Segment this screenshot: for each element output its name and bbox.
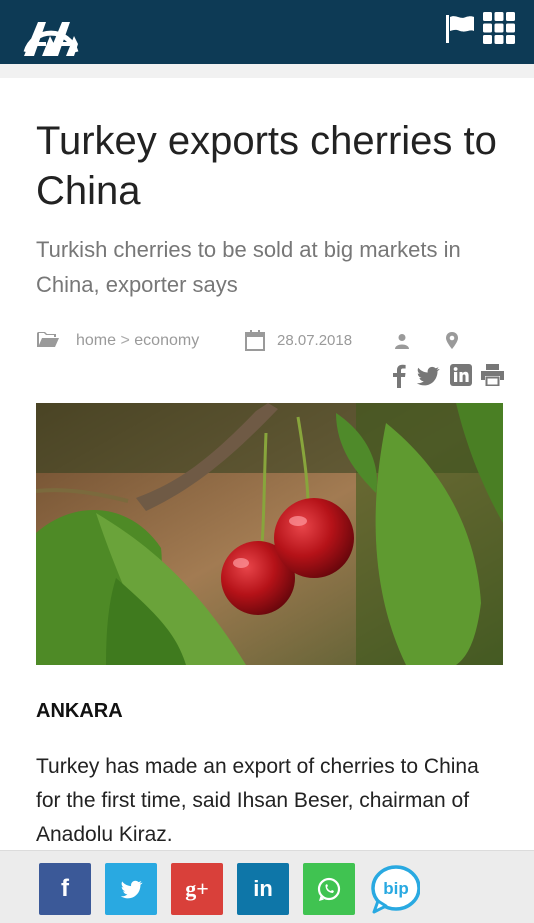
article-title: Turkey exports cherries to China <box>36 119 497 213</box>
article-subtitle: Turkish cherries to be sold at big marke… <box>36 237 461 297</box>
whatsapp-icon <box>317 877 341 901</box>
breadcrumb-economy[interactable]: economy <box>134 332 199 349</box>
linkedin-icon[interactable] <box>450 364 472 386</box>
share-linkedin-button[interactable]: in <box>237 863 289 915</box>
cherry-photo <box>36 403 503 665</box>
date-text: 28.07.2018 <box>277 332 353 349</box>
map-pin-icon <box>446 332 458 349</box>
facebook-icon: f <box>61 875 69 902</box>
calendar-icon <box>245 330 265 351</box>
share-whatsapp-button[interactable] <box>303 863 355 915</box>
twitter-icon <box>120 880 143 899</box>
article-share-icons <box>392 364 504 388</box>
article-dateline: ANKARA <box>36 700 123 722</box>
facebook-icon[interactable] <box>392 364 406 388</box>
user-icon <box>395 334 409 349</box>
linkedin-icon: in <box>253 876 273 901</box>
share-facebook-button[interactable]: f <box>39 863 91 915</box>
top-bar <box>0 0 534 64</box>
publish-date: 28.07.2018 <box>245 328 385 354</box>
share-bip-button[interactable]: bip <box>370 863 420 915</box>
breadcrumb-separator: > <box>120 332 130 349</box>
google-plus-icon: g+ <box>185 876 209 901</box>
bip-icon: bip <box>383 879 409 898</box>
twitter-icon[interactable] <box>416 364 440 388</box>
share-twitter-button[interactable] <box>105 863 157 915</box>
share-bar: f g+ in bip <box>0 850 534 923</box>
print-icon[interactable] <box>481 364 504 386</box>
flag-icon[interactable] <box>444 13 476 45</box>
grid-menu-icon[interactable] <box>482 11 516 45</box>
share-google-plus-button[interactable]: g+ <box>171 863 223 915</box>
aa-logo[interactable] <box>20 6 82 58</box>
breadcrumb-home[interactable]: home <box>76 332 116 349</box>
folder-icon <box>37 332 59 347</box>
breadcrumb: home > economy <box>36 328 246 354</box>
article-lead: Turkey has made an export of cherries to… <box>36 755 479 846</box>
